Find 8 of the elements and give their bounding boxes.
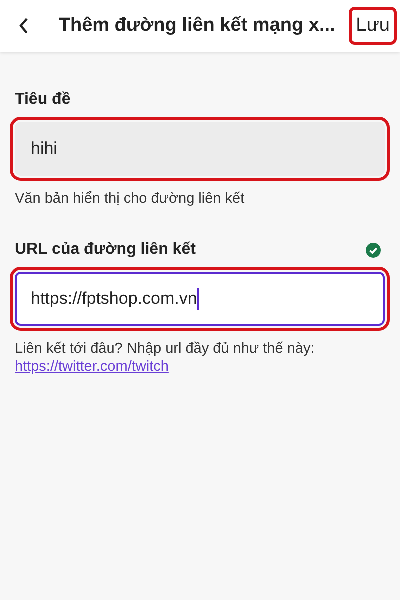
back-icon[interactable] bbox=[18, 17, 30, 35]
field-label: Tiêu đề bbox=[15, 90, 71, 110]
save-button[interactable]: Lưu bbox=[352, 10, 394, 42]
field-label: URL của đường liên kết bbox=[15, 240, 196, 260]
helper-text: Văn bản hiển thị cho đường liên kết bbox=[15, 190, 246, 208]
example-link[interactable]: https://twitter.com/twitch bbox=[15, 358, 169, 376]
screen-title: Thêm đường liên kết mạng x... bbox=[58, 14, 336, 38]
helper-text: Liên kết tới đâu? Nhập url đầy đủ như thế này: bbox=[15, 340, 316, 358]
